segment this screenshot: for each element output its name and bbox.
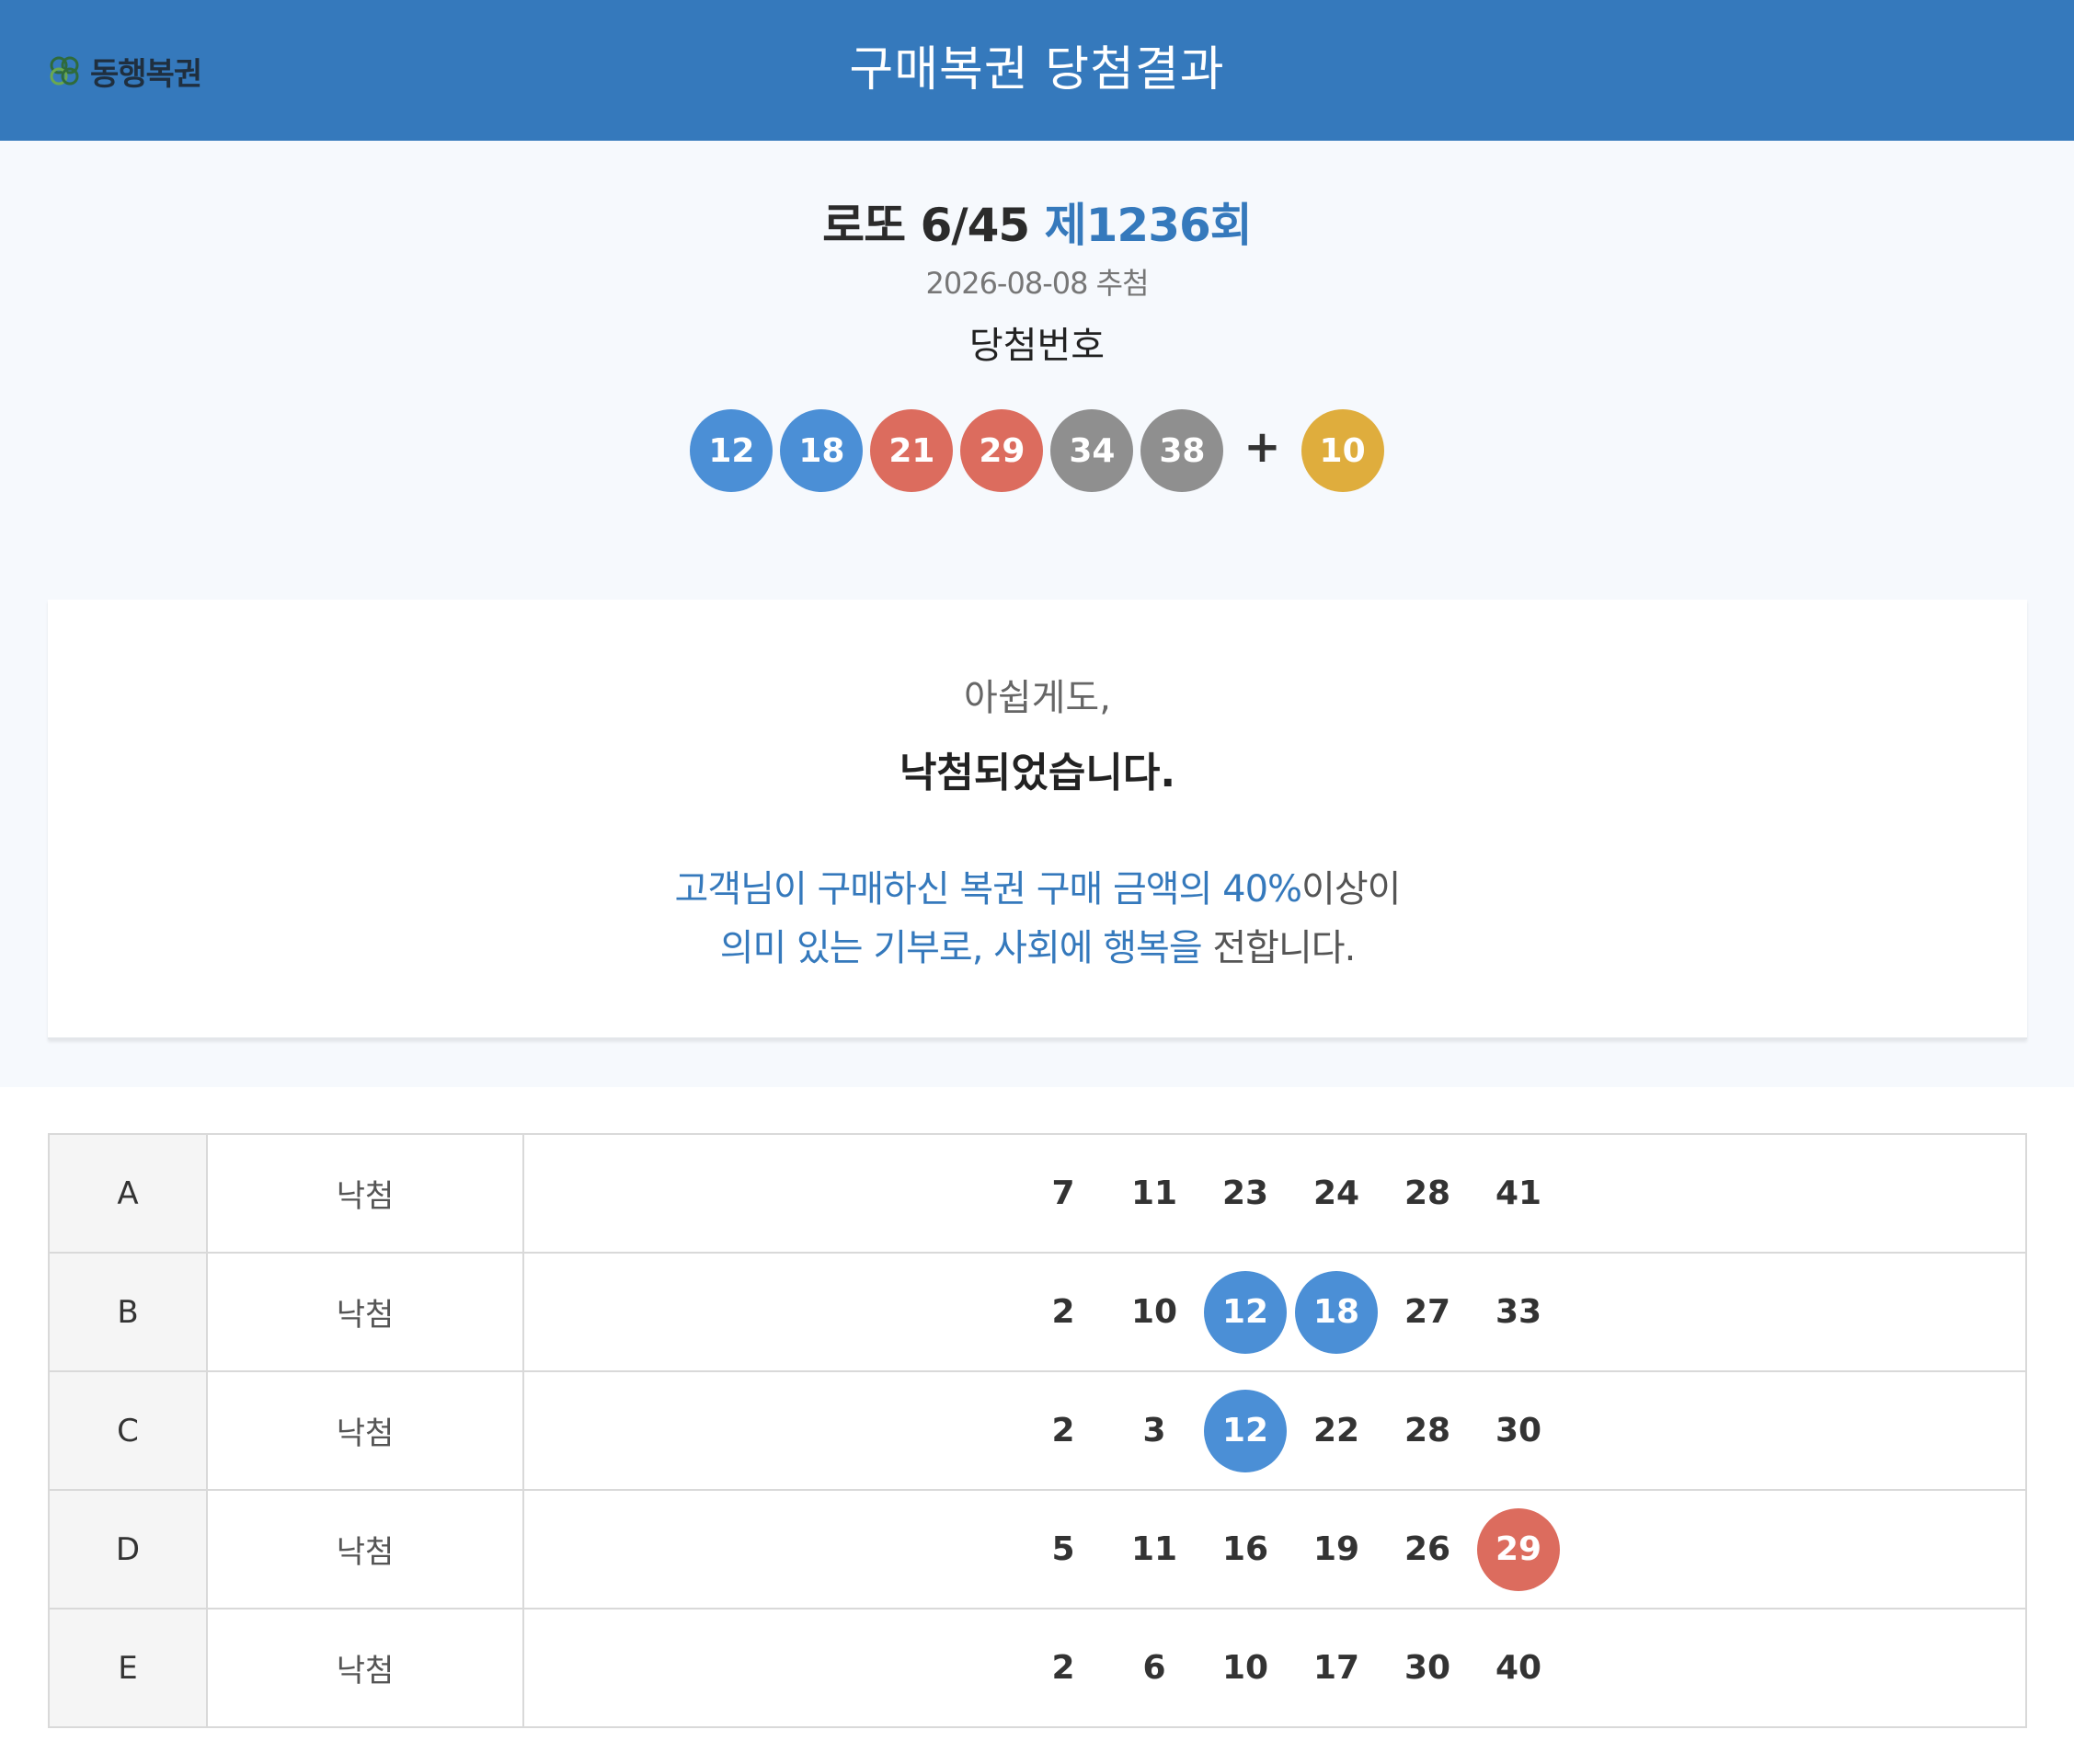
ticket-number: 5: [1051, 1530, 1075, 1568]
game-letter: C: [48, 1370, 208, 1491]
game-letter: E: [48, 1608, 208, 1728]
result-card: 아쉽게도, 낙첨되었습니다. 고객님이 구매하신 복권 구매 금액의 40%이상…: [48, 600, 2027, 1039]
ticket-number: 28: [1404, 1412, 1451, 1449]
winning-ball: 29: [960, 409, 1044, 492]
game-result: 낙첨: [206, 1370, 524, 1491]
matched-number: 29: [1477, 1507, 1560, 1591]
donation-message-line1-rest: 이상이: [1301, 868, 1401, 911]
result-subtitle: 아쉽게도,: [964, 677, 1111, 719]
game-numbers: 2 3 12 22 28 30: [522, 1370, 2027, 1491]
winning-numbers-label: 당첨번호: [968, 325, 1106, 367]
ticket-number: 3: [1142, 1412, 1166, 1449]
winning-ball: 12: [690, 409, 773, 492]
ticket-number: 17: [1312, 1649, 1360, 1687]
table-row: C 낙첨 2 3 12 22 28 30: [48, 1370, 2027, 1491]
donation-message-line1-highlight: 고객님이 구매하신 복권 구매 금액의 40%: [674, 868, 1302, 911]
winning-ball: 21: [870, 409, 954, 492]
game-result: 낙첨: [206, 1252, 524, 1372]
game-result: 낙첨: [206, 1489, 524, 1609]
draw-date: 2026-08-08 추첨: [925, 266, 1149, 301]
ticket-number: 2: [1051, 1412, 1075, 1449]
game-letter: A: [48, 1133, 208, 1254]
bonus-ball: 10: [1301, 409, 1384, 492]
ticket-number: 19: [1312, 1530, 1360, 1568]
ticket-results-table: A 낙첨 7 11 23 24 28 41 B 낙첨 2 10 12 18 27 33 C 낙첨 2 3 12 22 28 3…: [48, 1133, 2027, 1728]
table-row: E 낙첨 2 6 10 17 30 40: [48, 1608, 2027, 1728]
draw-info-section: 로또 6/45 제1236회 2026-08-08 추첨 당첨번호 12 18 21…: [0, 141, 2074, 1087]
donation-message-line2-highlight: 의미 있는 기부로, 사회에 행복을: [719, 927, 1203, 969]
result-status: 낙첨되었습니다.: [899, 750, 1176, 796]
ticket-number: 24: [1312, 1174, 1360, 1212]
winning-ball: 18: [780, 409, 864, 492]
ticket-number: 16: [1221, 1530, 1269, 1568]
winning-ball: 34: [1050, 409, 1134, 492]
game-numbers: 5 11 16 19 26 29: [522, 1489, 2027, 1609]
matched-number: 18: [1295, 1270, 1378, 1354]
game-numbers: 2 6 10 17 30 40: [522, 1608, 2027, 1728]
ticket-number: 2: [1051, 1293, 1075, 1331]
game-numbers: 7 11 23 24 28 41: [522, 1133, 2027, 1254]
ticket-number: 30: [1404, 1649, 1451, 1687]
ticket-number: 23: [1221, 1174, 1269, 1212]
ticket-number: 10: [1221, 1649, 1269, 1687]
page-title: 구매복권 당첨결과: [849, 42, 1225, 97]
ticket-number: 11: [1130, 1174, 1178, 1212]
table-row: D 낙첨 5 11 16 19 26 29: [48, 1489, 2027, 1609]
game-name: 로또 6/45: [822, 199, 1030, 252]
app-header: 동행복권 구매복권 당첨결과: [0, 0, 2074, 141]
ticket-number: 6: [1142, 1649, 1166, 1687]
game-letter: D: [48, 1489, 208, 1609]
ticket-number: 33: [1495, 1293, 1542, 1331]
ticket-number: 30: [1495, 1412, 1542, 1449]
winning-numbers: 12 18 21 29 34 38 +10: [0, 409, 2074, 492]
matched-number: 12: [1204, 1389, 1287, 1472]
game-letter: B: [48, 1252, 208, 1372]
game-result: 낙첨: [206, 1608, 524, 1728]
game-numbers: 2 10 12 18 27 33: [522, 1252, 2027, 1372]
donation-message-line2-rest: 전합니다.: [1201, 927, 1356, 969]
ticket-number: 22: [1312, 1412, 1360, 1449]
draw-title: 로또 6/45 제1236회: [0, 189, 2074, 255]
ticket-number: 40: [1495, 1649, 1542, 1687]
ticket-number: 27: [1404, 1293, 1451, 1331]
ticket-number: 28: [1404, 1174, 1451, 1212]
ticket-number: 11: [1130, 1530, 1178, 1568]
donation-message-line1: 고객님이 구매하신 복권 구매 금액의 40%이상이: [48, 859, 2027, 912]
draw-round: 제1236회: [1044, 199, 1253, 252]
winning-ball: 38: [1140, 409, 1224, 492]
table-row: A 낙첨 7 11 23 24 28 41: [48, 1133, 2027, 1254]
ticket-number: 2: [1051, 1649, 1075, 1687]
ticket-number: 7: [1051, 1174, 1075, 1212]
ticket-number: 41: [1495, 1174, 1542, 1212]
game-result: 낙첨: [206, 1133, 524, 1254]
matched-number: 12: [1204, 1270, 1287, 1354]
ticket-number: 26: [1404, 1530, 1451, 1568]
plus-icon: +: [1243, 421, 1281, 473]
ticket-number: 10: [1130, 1293, 1178, 1331]
donation-message-line2: 의미 있는 기부로, 사회에 행복을 전합니다.: [48, 918, 2027, 971]
table-row: B 낙첨 2 10 12 18 27 33: [48, 1252, 2027, 1372]
